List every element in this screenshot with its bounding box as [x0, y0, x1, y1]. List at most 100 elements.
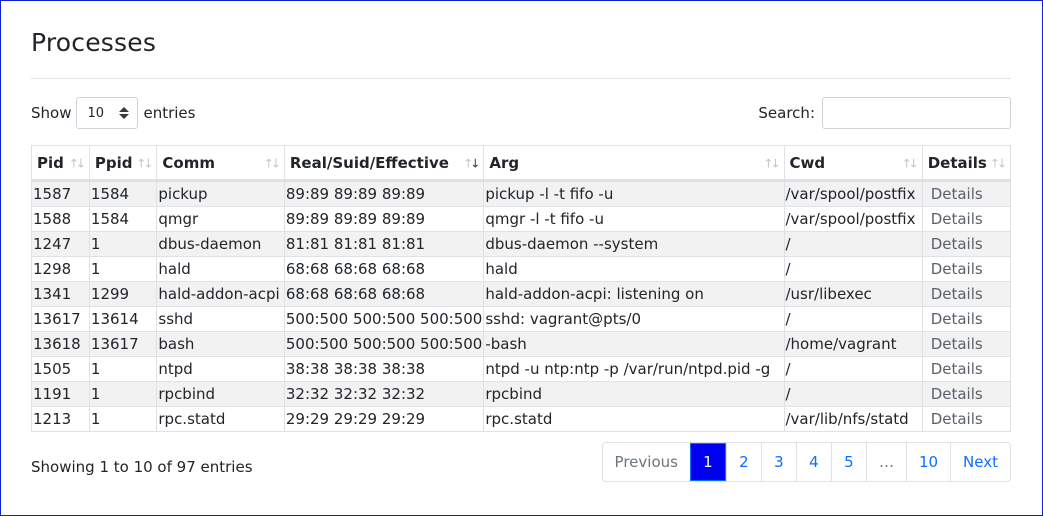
- page-title: Processes: [31, 28, 157, 57]
- column-header-comm[interactable]: Comm ↑↓: [156, 145, 285, 182]
- cell-ppid: 1584: [88, 206, 158, 232]
- cell-cwd: /: [783, 256, 923, 282]
- cell-ppid: 13614: [88, 306, 158, 332]
- sort-icon: ↑↓: [136, 156, 153, 171]
- details-link[interactable]: Details: [921, 356, 1012, 382]
- details-link[interactable]: Details: [921, 206, 1012, 232]
- next-page-button[interactable]: Next: [950, 443, 1010, 481]
- cell-ids: 500:500 500:500 500:500: [283, 331, 485, 357]
- cell-ids: 29:29 29:29 29:29: [283, 406, 485, 432]
- cell-pid: 1587: [31, 180, 90, 207]
- column-header-label: Cwd: [789, 153, 826, 172]
- cell-arg: -bash: [483, 331, 785, 357]
- cell-cwd: /: [783, 356, 923, 382]
- page-button-1[interactable]: 1: [689, 443, 726, 481]
- cell-ids: 500:500 500:500 500:500: [283, 306, 485, 332]
- cell-pid: 1588: [31, 206, 90, 232]
- cell-ppid: 1: [88, 406, 158, 432]
- table-row: 1247 1 dbus-daemon 81:81 81:81 81:81 dbus-da…: [31, 231, 1012, 257]
- title-divider: [31, 78, 1011, 79]
- cell-arg: dbus-daemon --system: [483, 231, 785, 257]
- table-row: 13618 13617 bash 500:500 500:500 500:500 -ba…: [31, 331, 1012, 357]
- previous-page-button[interactable]: Previous: [603, 443, 690, 481]
- sort-icon: ↑↓: [68, 156, 86, 171]
- cell-ids: 89:89 89:89 89:89: [283, 206, 485, 232]
- cell-cwd: /home/vagrant: [783, 331, 923, 357]
- entries-per-page-select[interactable]: 10: [76, 97, 139, 129]
- column-header-details[interactable]: Details ↑↓: [921, 145, 1012, 182]
- sort-icon: ↑↓: [263, 156, 281, 171]
- table-row: 1587 1584 pickup 89:89 89:89 89:89 pickup -l…: [31, 180, 1012, 207]
- details-link[interactable]: Details: [921, 406, 1012, 432]
- details-link[interactable]: Details: [921, 281, 1012, 307]
- details-link[interactable]: Details: [921, 306, 1012, 332]
- column-header-pid[interactable]: Pid ↑↓: [31, 145, 90, 182]
- cell-pid: 1341: [31, 281, 90, 307]
- column-header-label: Arg: [489, 153, 520, 172]
- column-header-real-suid-effective[interactable]: Real/Suid/Effective ↑↓: [283, 145, 485, 182]
- cell-ppid: 1: [88, 356, 158, 382]
- cell-comm: dbus-daemon: [156, 231, 285, 257]
- details-link[interactable]: Details: [921, 381, 1012, 407]
- processes-table: Pid ↑↓ Ppid ↑↓ Comm ↑↓ Real/Suid/Effective ↑↓ Ar…: [31, 145, 1012, 432]
- page-button-3[interactable]: 3: [760, 443, 796, 481]
- page-button-10[interactable]: 10: [905, 443, 950, 481]
- cell-cwd: /: [783, 306, 923, 332]
- column-header-label: Details: [927, 153, 987, 172]
- cell-comm: hald-addon-acpi: [156, 281, 285, 307]
- details-link[interactable]: Details: [921, 256, 1012, 282]
- length-menu: Show 10 entries: [31, 97, 195, 129]
- cell-ppid: 1: [88, 256, 158, 282]
- cell-ppid: 13617: [88, 331, 158, 357]
- page-button-2[interactable]: 2: [725, 443, 761, 481]
- show-label: Show: [31, 104, 72, 122]
- column-header-label: Pid: [37, 153, 64, 172]
- table-header-row: Pid ↑↓ Ppid ↑↓ Comm ↑↓ Real/Suid/Effective ↑↓ Ar…: [31, 145, 1012, 182]
- cell-arg: pickup -l -t fifo -u: [483, 180, 785, 207]
- details-link[interactable]: Details: [921, 231, 1012, 257]
- cell-cwd: /var/lib/nfs/statd: [783, 406, 923, 432]
- column-header-label: Real/Suid/Effective: [289, 153, 449, 172]
- cell-comm: ntpd: [156, 356, 285, 382]
- column-header-arg[interactable]: Arg ↑↓: [483, 145, 785, 182]
- sort-icon: ↑↓: [989, 156, 1007, 171]
- cell-ids: 38:38 38:38 38:38: [283, 356, 485, 382]
- select-arrows-icon: [119, 107, 130, 119]
- pagination: Previous 1 2 3 4 5… 10 Next: [601, 442, 1011, 482]
- cell-ppid: 1299: [88, 281, 158, 307]
- details-link[interactable]: Details: [921, 180, 1012, 207]
- cell-pid: 1247: [31, 231, 90, 257]
- cell-comm: hald: [156, 256, 285, 282]
- cell-arg: sshd: vagrant@pts/0: [483, 306, 785, 332]
- table-row: 1298 1 hald 68:68 68:68 68:68 hald / Details: [31, 256, 1012, 282]
- cell-comm: rpc.statd: [156, 406, 285, 432]
- cell-pid: 1505: [31, 356, 90, 382]
- table-row: 1213 1 rpc.statd 29:29 29:29 29:29 rpc.statd…: [31, 406, 1012, 432]
- sort-icon: ↑↓: [901, 156, 919, 171]
- sort-descending-icon: ↑↓: [463, 156, 480, 171]
- cell-cwd: /: [783, 381, 923, 407]
- cell-comm: qmgr: [156, 206, 285, 232]
- cell-ppid: 1: [88, 381, 158, 407]
- page-button-4[interactable]: 4: [795, 443, 831, 481]
- cell-ids: 32:32 32:32 32:32: [283, 381, 485, 407]
- table-row: 1588 1584 qmgr 89:89 89:89 89:89 qmgr -l -t …: [31, 206, 1012, 232]
- column-header-label: Ppid: [94, 153, 133, 172]
- column-header-ppid[interactable]: Ppid ↑↓: [88, 145, 158, 182]
- column-header-label: Comm: [162, 153, 215, 172]
- cell-comm: sshd: [156, 306, 285, 332]
- cell-pid: 1213: [31, 406, 90, 432]
- pagination-ellipsis: …: [865, 443, 906, 481]
- page-button-5[interactable]: 5: [830, 443, 866, 481]
- details-link[interactable]: Details: [921, 331, 1012, 357]
- cell-pid: 13617: [31, 306, 90, 332]
- cell-cwd: /var/spool/postfix: [783, 180, 923, 207]
- column-header-cwd[interactable]: Cwd ↑↓: [783, 145, 923, 182]
- entries-per-page-value: 10: [87, 105, 105, 121]
- cell-ppid: 1: [88, 231, 158, 257]
- table-row: 13617 13614 sshd 500:500 500:500 500:500 ssh…: [31, 306, 1012, 332]
- cell-pid: 1191: [31, 381, 90, 407]
- cell-cwd: /var/spool/postfix: [783, 206, 923, 232]
- cell-comm: rpcbind: [156, 381, 285, 407]
- search-input[interactable]: [822, 97, 1011, 129]
